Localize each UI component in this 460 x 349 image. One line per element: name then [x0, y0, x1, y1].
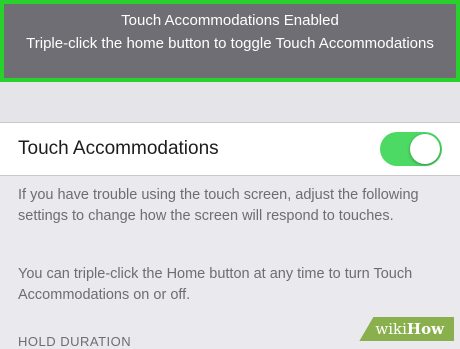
settings-spacer [0, 82, 460, 122]
hold-duration-header: HOLD DURATION [18, 334, 132, 349]
touch-accommodations-row: Touch Accommodations [0, 122, 460, 176]
banner-title: Touch Accommodations Enabled [121, 12, 339, 29]
touch-accommodations-toggle[interactable] [380, 132, 442, 166]
toggle-knob[interactable] [410, 134, 440, 164]
touch-accommodations-label: Touch Accommodations [18, 138, 219, 159]
banner-subtitle: Triple-click the home button to toggle T… [26, 35, 434, 52]
watermark-prefix: wiki [375, 320, 407, 338]
watermark-suffix: How [406, 320, 444, 338]
footer-triple-click-note: You can triple-click the Home button at … [18, 266, 413, 303]
wikihow-watermark: wikiHow [359, 317, 454, 341]
footer-description: If you have trouble using the touch scre… [18, 187, 419, 224]
notification-banner: Touch Accommodations Enabled Triple-clic… [0, 0, 460, 82]
